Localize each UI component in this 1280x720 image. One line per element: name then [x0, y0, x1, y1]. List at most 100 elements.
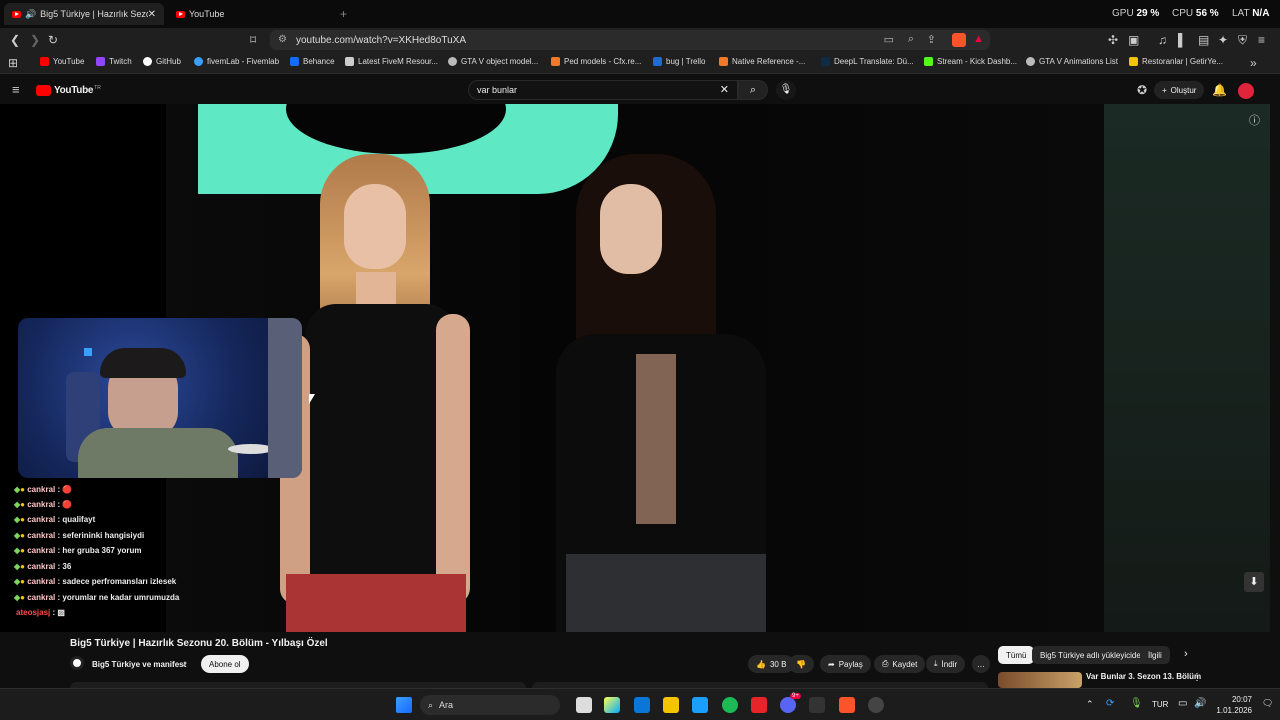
spotify-icon[interactable] [722, 697, 738, 713]
youtube-logo[interactable]: YouTube TR [36, 85, 101, 96]
dislike-button[interactable]: 👎 [788, 655, 814, 673]
copilot-icon[interactable] [604, 697, 620, 713]
info-icon[interactable]: ⓘ [1249, 112, 1260, 128]
volume-icon[interactable]: 🔊 [1194, 698, 1206, 709]
search-button[interactable]: ⌕ [738, 80, 768, 100]
close-tab-icon[interactable]: ✕ [148, 9, 156, 20]
bookmark-item[interactable]: bug | Trello [653, 57, 705, 66]
reload-icon[interactable]: ↻ [48, 33, 58, 47]
vpn-icon[interactable]: ⛨ [1238, 33, 1247, 47]
subscribe-button[interactable]: Abone ol [201, 655, 249, 673]
site-info-icon[interactable]: ⚙ [278, 34, 287, 45]
language-indicator[interactable]: TUR [1152, 700, 1168, 709]
clock[interactable]: 20:07 1.01.2026 [1214, 694, 1252, 716]
share-icon[interactable]: ⇪ [927, 33, 936, 46]
audio-icon[interactable]: 🔊 [25, 9, 36, 20]
address-bar[interactable]: ⚙ youtube.com/watch?v=XKHed8oTuXA ▭ ⌕ ⇪ … [270, 30, 990, 50]
apps-grid-icon[interactable]: ⊞ [8, 56, 18, 70]
chat-popout-icon[interactable]: ⬇ [1244, 572, 1264, 592]
bookmark-icon[interactable]: ⌑ [250, 33, 256, 47]
avatar[interactable] [1238, 83, 1254, 99]
bookmark-item[interactable]: Behance [290, 57, 335, 66]
brave-shield-icon[interactable] [952, 33, 966, 47]
filter-chip-related[interactable]: İlgili [1140, 646, 1170, 664]
task-view-icon[interactable] [576, 697, 592, 713]
more-actions-button[interactable]: … [972, 655, 990, 673]
bookmark-item[interactable]: Stream - Kick Dashb... [924, 57, 1017, 66]
voice-search-button[interactable]: 🎙 [776, 80, 796, 100]
bookmark-item[interactable]: fivemLab - Fivemlab [194, 57, 279, 66]
extensions-icon[interactable]: ✣ [1108, 33, 1118, 47]
bookmark-item[interactable]: YouTube [40, 57, 84, 66]
new-tab-button[interactable]: + [332, 3, 352, 25]
file-explorer-icon[interactable] [663, 697, 679, 713]
windows-start-icon[interactable] [396, 697, 412, 713]
filter-chip-all[interactable]: Tümü [998, 646, 1035, 664]
tab-youtube[interactable]: YouTube [168, 3, 328, 25]
bookmark-item[interactable]: GTA V Animations List [1026, 57, 1118, 66]
store-icon[interactable] [634, 697, 650, 713]
brave-icon[interactable] [839, 697, 855, 713]
channel-avatar[interactable] [70, 656, 84, 670]
notification-center-icon[interactable]: 🗨 [1262, 698, 1273, 709]
clear-search-icon[interactable]: ✕ [720, 83, 729, 96]
bookmark-item[interactable]: DeepL Translate: Dü... [821, 57, 914, 66]
menu-icon[interactable]: ≡ [1258, 33, 1265, 47]
bookmark-item[interactable]: Restoranlar | GetirYe... [1129, 57, 1223, 66]
browser-nav-bar: ❮ ❯ ↻ ⌑ ⚙ youtube.com/watch?v=XKHed8oTuX… [0, 28, 1280, 52]
more-bookmarks-icon[interactable]: » [1250, 56, 1257, 70]
bookmark-item[interactable]: GitHub [143, 57, 181, 66]
sidebar-icon[interactable]: ▌ [1178, 33, 1187, 47]
wallet2-icon[interactable]: ▤ [1198, 33, 1209, 47]
clock-time: 20:07 [1231, 695, 1252, 704]
steam-icon[interactable] [692, 697, 708, 713]
webcam-overlay [18, 318, 302, 478]
create-button[interactable]: + Oluştur [1154, 81, 1205, 99]
notifications-icon[interactable]: 🔔 [1212, 83, 1227, 97]
chevron-right-icon[interactable]: › [1184, 648, 1188, 660]
search-input[interactable]: var bunlar ✕ [468, 80, 738, 100]
trello-icon [653, 57, 662, 66]
bookmark-item[interactable]: Latest FiveM Resour... [345, 57, 438, 66]
bookmark-item[interactable]: Ped models - Cfx.re... [551, 57, 641, 66]
forward-icon[interactable]: ❯ [30, 33, 40, 47]
microphone-tray-icon[interactable]: 🎙 [1130, 698, 1143, 709]
save-button[interactable]: ⎙ Kaydet [874, 655, 926, 673]
discord-icon[interactable] [780, 697, 796, 713]
filter-chip-uploader[interactable]: Big5 Türkiye adlı yükleyiciden [1032, 646, 1154, 664]
terminal-icon[interactable] [809, 697, 825, 713]
share-button[interactable]: ➦ Paylaş [820, 655, 871, 673]
video-frame[interactable] [166, 104, 1104, 632]
app-icon[interactable] [751, 697, 767, 713]
taskbar-search[interactable]: ⌕ Ara [420, 695, 560, 715]
leo-icon[interactable]: ✦ [1218, 33, 1228, 47]
rewards-icon[interactable]: ▲ [973, 33, 984, 45]
channel-name[interactable]: Big5 Türkiye ve manifest [92, 660, 186, 669]
browser-tab-bar: 🔊 Big5 Türkiye | Hazırlık Sezonu ✕ YouTu… [0, 0, 1280, 28]
zoom-icon[interactable]: ⌕ [908, 33, 914, 46]
screen-icon[interactable]: ▭ [884, 33, 894, 46]
tab-big5[interactable]: 🔊 Big5 Türkiye | Hazırlık Sezonu ✕ [4, 3, 164, 25]
download-button[interactable]: ⤓ İndir [926, 655, 966, 673]
related-more-icon[interactable]: ⋮ [1192, 672, 1202, 683]
related-video-title[interactable]: Var Bunlar 3. Sezon 13. Bölüm [1086, 672, 1201, 681]
taskbar-search-label: Ara [439, 700, 454, 710]
app2-icon[interactable] [868, 697, 884, 713]
bookmark-item[interactable]: Native Reference -... [719, 57, 805, 66]
cast-icon[interactable]: ✪ [1137, 83, 1147, 97]
save-label: Kaydet [892, 659, 918, 669]
related-thumbnail[interactable] [998, 672, 1082, 688]
tray-app-icon[interactable]: ⟳ [1106, 698, 1114, 709]
chat-message: ◆● cankral : qualifayt [14, 515, 96, 524]
bookmark-item[interactable]: GTA V object model... [448, 57, 538, 66]
back-icon[interactable]: ❮ [10, 33, 20, 47]
music-icon[interactable]: ♫ [1158, 33, 1167, 47]
wallet-icon[interactable]: ▣ [1128, 33, 1139, 47]
network-icon[interactable]: ▭ [1178, 698, 1187, 709]
chat-message: ateosjasj : ▨ [16, 608, 65, 617]
chat-message: ◆● cankral : 🔴 [14, 500, 73, 509]
hamburger-menu-icon[interactable]: ≡ [12, 83, 20, 97]
tray-chevron-icon[interactable]: ⌃ [1086, 699, 1094, 710]
bookmark-item[interactable]: Twitch [96, 57, 132, 66]
video-player[interactable]: ⓘ ⬇ ◆● cankral : 🔴 ◆● cankral : 🔴 ◆● can… [0, 104, 1270, 632]
